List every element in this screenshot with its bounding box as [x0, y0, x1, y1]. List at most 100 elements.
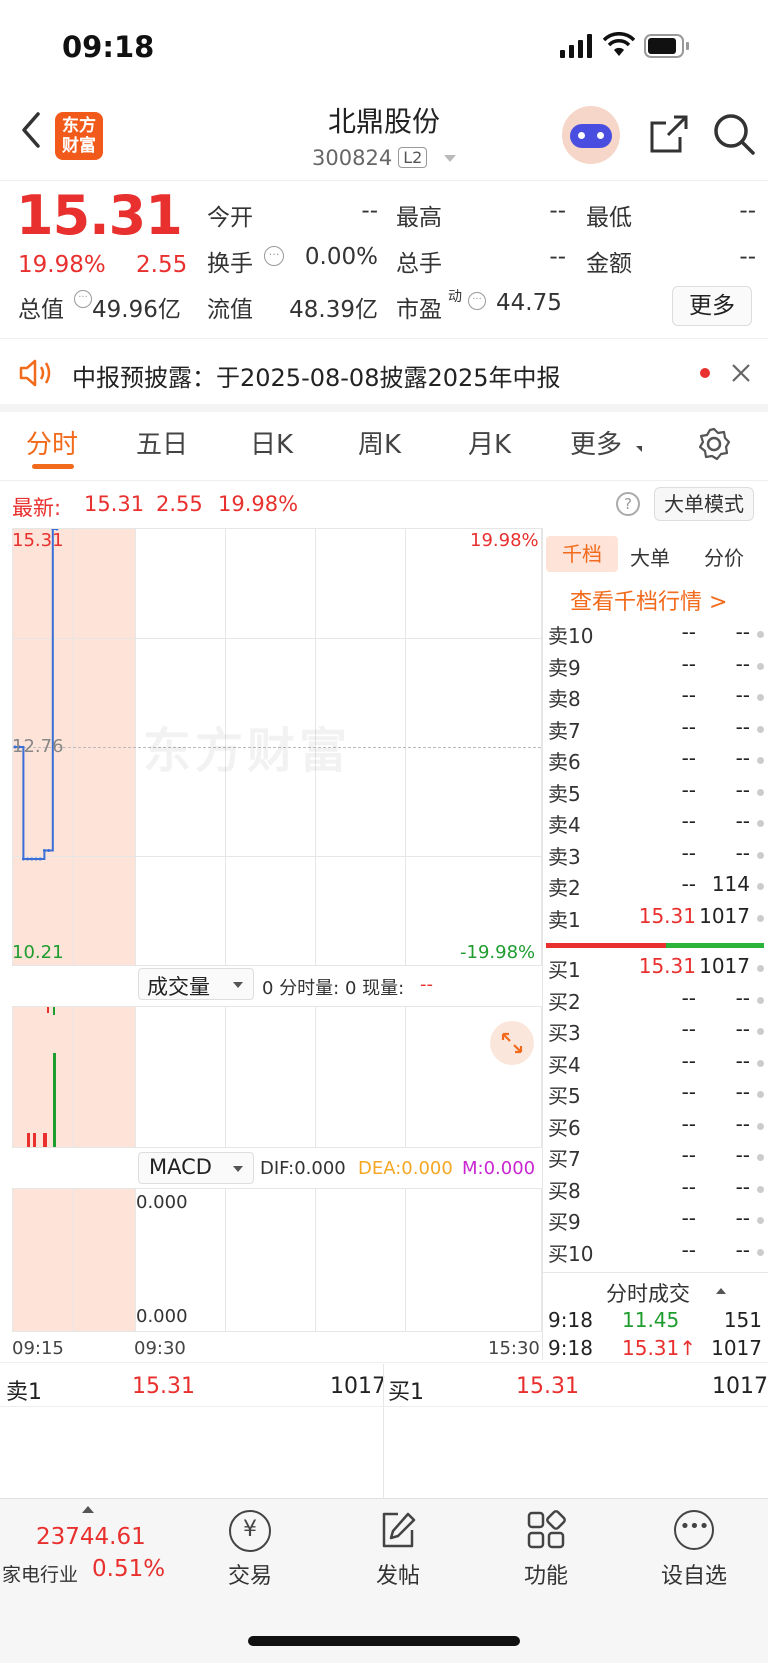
- close-icon[interactable]: [730, 362, 752, 384]
- dropdown-icon: [443, 155, 456, 162]
- change-percent: 19.98%: [18, 252, 106, 278]
- volume-bar: [53, 1007, 55, 1015]
- buy-volume: --: [735, 1174, 750, 1199]
- home-indicator: [248, 1636, 520, 1646]
- buy-row[interactable]: 买6 -- --: [548, 1112, 764, 1142]
- buy-row[interactable]: 买7 -- --: [548, 1143, 764, 1173]
- buy-row[interactable]: 买10 -- --: [548, 1238, 764, 1268]
- info-icon[interactable]: ···: [468, 292, 486, 310]
- sell-level-label: 卖3: [548, 844, 581, 869]
- latest-percent: 19.98%: [218, 492, 299, 516]
- change-amount: 2.55: [136, 252, 188, 278]
- index-value[interactable]: 23744.61: [36, 1524, 146, 1550]
- last-price: 15.31: [16, 184, 183, 247]
- level-dot-icon: [757, 820, 764, 827]
- sell-level-label: 卖2: [548, 876, 581, 900]
- sell-row[interactable]: 卖1 15.31 1017: [548, 904, 764, 934]
- view-depth-link[interactable]: 查看千档行情 >: [570, 584, 727, 616]
- volume-value: --: [549, 244, 566, 270]
- buy-level-label: 买2: [548, 989, 581, 1014]
- buy-volume: --: [735, 1048, 750, 1073]
- sell-level-label: 卖1: [548, 907, 581, 932]
- bottom-sell-label: 卖1: [6, 1380, 42, 1405]
- wifi-icon: [602, 32, 636, 58]
- buy-price: --: [681, 985, 696, 1010]
- buy-volume: --: [735, 1143, 750, 1167]
- buy-row[interactable]: 买8 -- --: [548, 1175, 764, 1205]
- sell-row[interactable]: 卖8 -- --: [548, 683, 764, 713]
- sell-row[interactable]: 卖4 -- --: [548, 809, 764, 839]
- nav-trade[interactable]: ¥ 交易: [190, 1510, 310, 1590]
- robot-assistant-icon[interactable]: [562, 106, 620, 164]
- volume-bar: [43, 1133, 47, 1147]
- index-name[interactable]: 家电行业: [2, 1560, 78, 1587]
- buy-volume: --: [735, 1206, 750, 1230]
- volume-info: 0 分时量: 0 现量:: [262, 978, 405, 999]
- buy-level-label: 买5: [548, 1084, 581, 1108]
- x-label-open: 09:15: [12, 1338, 64, 1359]
- grid-icon: [526, 1510, 566, 1550]
- macd-selector[interactable]: MACD: [138, 1152, 254, 1184]
- search-icon[interactable]: [712, 112, 756, 156]
- buy-row[interactable]: 买2 -- --: [548, 986, 764, 1016]
- level-dot-icon: [757, 694, 764, 701]
- tab-monthly-k[interactable]: 月K: [468, 424, 511, 461]
- y-axis-top: 15.31: [12, 530, 64, 551]
- nav-post[interactable]: 发帖: [338, 1510, 458, 1590]
- float-cap-value: 48.39亿: [289, 297, 378, 323]
- active-tab-underline: [32, 464, 74, 469]
- buy-row[interactable]: 买5 -- --: [548, 1080, 764, 1110]
- sell-row[interactable]: 卖5 -- --: [548, 778, 764, 808]
- buy-level-label: 买3: [548, 1021, 581, 1045]
- sell-row[interactable]: 卖3 -- --: [548, 841, 764, 871]
- settings-icon[interactable]: [696, 426, 732, 462]
- info-icon[interactable]: ···: [264, 246, 284, 266]
- tab-weekly-k[interactable]: 周K: [358, 424, 401, 461]
- tab-daily-k[interactable]: 日K: [250, 424, 293, 461]
- buy-row[interactable]: 买9 -- --: [548, 1206, 764, 1236]
- buy-price: --: [681, 1080, 696, 1104]
- more-button[interactable]: 更多: [672, 286, 752, 326]
- latest-price: 15.31: [84, 492, 145, 516]
- buy-level-label: 买9: [548, 1210, 581, 1234]
- level-dot-icon: [757, 851, 764, 859]
- sell-row[interactable]: 卖6 -- --: [548, 746, 764, 776]
- sell-volume: --: [735, 777, 750, 802]
- sell-row[interactable]: 卖9 -- --: [548, 652, 764, 682]
- macd-chart: [12, 1188, 542, 1332]
- expand-icon[interactable]: [490, 1021, 534, 1065]
- info-icon[interactable]: ···: [74, 290, 92, 308]
- sell-level-label: 卖8: [548, 687, 581, 711]
- tab-more[interactable]: 更多: [570, 424, 622, 461]
- sell-level-label: 卖4: [548, 813, 581, 837]
- orderbook-tab-price[interactable]: 分价: [704, 542, 744, 571]
- volume-selector[interactable]: 成交量: [138, 968, 254, 1000]
- big-order-mode-button[interactable]: 大单模式: [654, 487, 754, 521]
- orderbook-tab-depth[interactable]: 千档: [546, 536, 618, 572]
- notice-text[interactable]: 中报预披露：于2025-08-08披露2025年中报: [72, 358, 561, 393]
- share-icon[interactable]: [648, 113, 690, 155]
- ticks-title[interactable]: 分时成交: [606, 1278, 690, 1308]
- macd-dea: DEA:0.000: [358, 1158, 453, 1179]
- price-chart[interactable]: 东方财富: [12, 528, 542, 966]
- buy-volume: --: [735, 1080, 750, 1104]
- help-icon[interactable]: ?: [616, 492, 640, 516]
- sell-row[interactable]: 卖7 -- --: [548, 715, 764, 745]
- sell-price: --: [681, 746, 696, 770]
- buy-row[interactable]: 买3 -- --: [548, 1017, 764, 1047]
- price-point: [30, 857, 34, 861]
- buy-row[interactable]: 买1 15.31 1017: [548, 954, 764, 984]
- buy-price: --: [681, 1048, 696, 1073]
- orderbook-tab-big[interactable]: 大单: [630, 542, 670, 571]
- buy-level-label: 买4: [548, 1052, 581, 1077]
- pe-value: 44.75: [496, 290, 562, 316]
- tab-intraday[interactable]: 分时: [26, 424, 78, 461]
- sell-row[interactable]: 卖10 -- --: [548, 620, 764, 650]
- sell-row[interactable]: 卖2 -- 114: [548, 872, 764, 902]
- buy-row[interactable]: 买4 -- --: [548, 1049, 764, 1079]
- nav-add-watchlist[interactable]: ••• 设自选: [634, 1510, 754, 1590]
- nav-functions[interactable]: 功能: [486, 1510, 606, 1590]
- tab-five-day[interactable]: 五日: [136, 424, 188, 461]
- index-caret-icon: [82, 1506, 94, 1513]
- price-point: [26, 857, 30, 861]
